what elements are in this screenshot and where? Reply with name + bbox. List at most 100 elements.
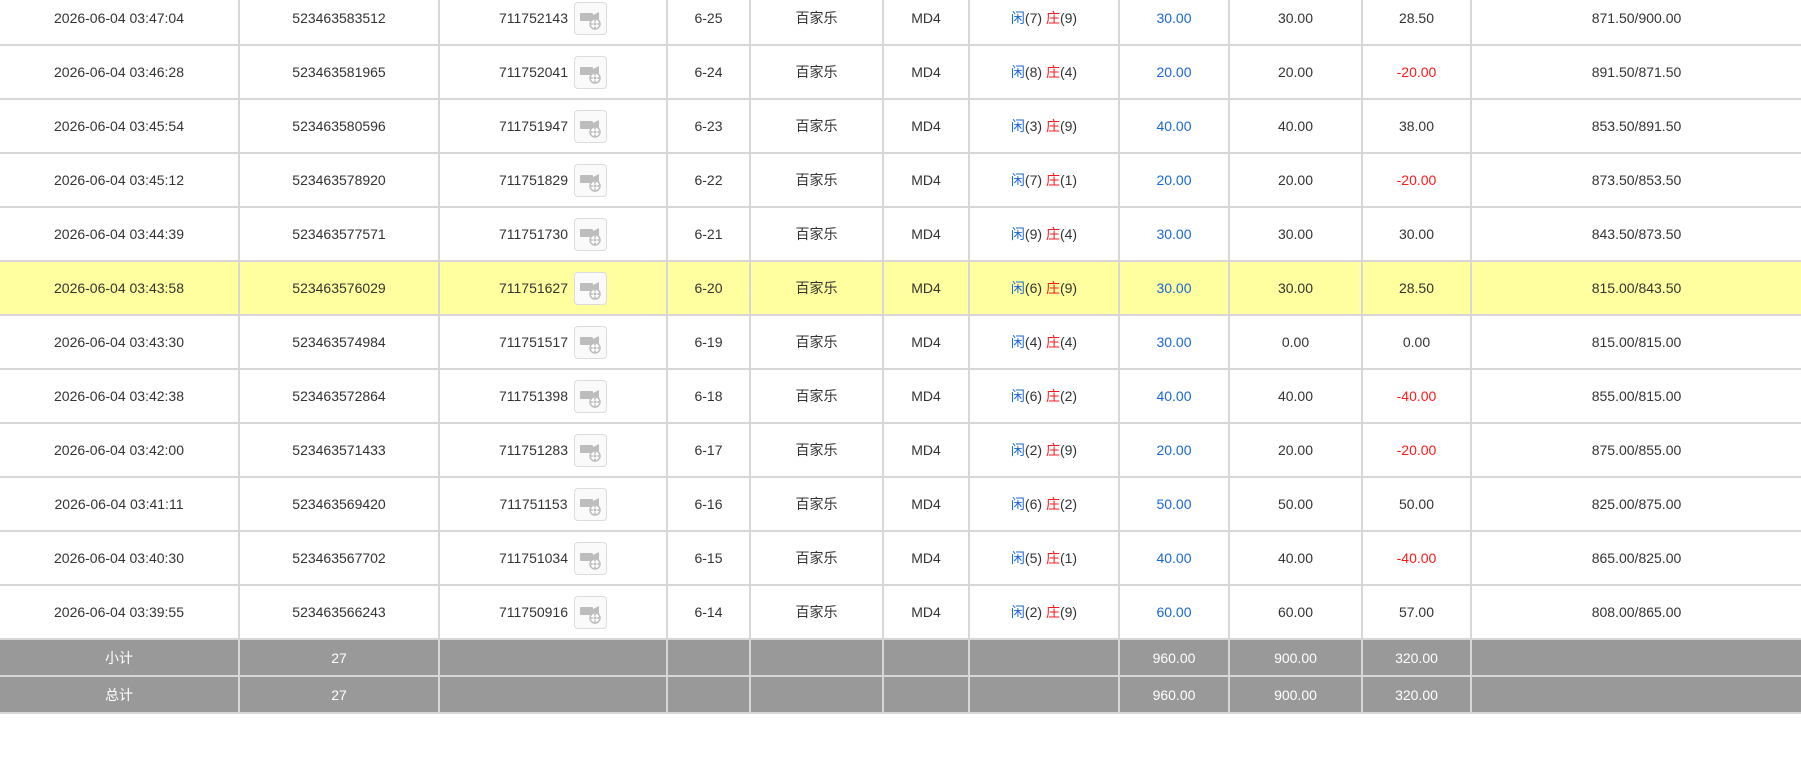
balance-before-after: 808.00/865.00 xyxy=(1470,585,1801,640)
bet-amount: 30.00 xyxy=(1118,315,1229,370)
round-number: 6-17 xyxy=(666,423,750,478)
balance-before-after: 815.00/843.50 xyxy=(1470,261,1801,316)
video-camera-icon[interactable] xyxy=(574,433,608,467)
bet-id: 523463581965 xyxy=(238,45,439,100)
balance-before-after: 871.50/900.00 xyxy=(1470,0,1801,46)
video-camera-icon[interactable] xyxy=(574,271,608,305)
player-points: (3) xyxy=(1024,118,1043,134)
bet-time: 2026-06-04 03:42:38 xyxy=(0,369,239,424)
game-type: 百家乐 xyxy=(749,585,883,640)
bet-amount: 20.00 xyxy=(1118,423,1229,478)
banker-label: 庄 xyxy=(1045,388,1060,404)
banker-label: 庄 xyxy=(1045,64,1060,80)
win-loss: -20.00 xyxy=(1361,423,1471,478)
win-loss: -40.00 xyxy=(1361,369,1471,424)
bet-time: 2026-06-04 03:45:54 xyxy=(0,99,239,154)
win-loss: 28.50 xyxy=(1361,261,1471,316)
table-code: MD4 xyxy=(882,0,969,46)
game-number-cell: 711751153 xyxy=(438,477,667,532)
game-number: 711751730 xyxy=(498,226,569,242)
banker-points: (9) xyxy=(1059,280,1078,296)
game-type: 百家乐 xyxy=(749,153,883,208)
bet-id: 523463566243 xyxy=(238,585,439,640)
game-number-cell: 711752143 xyxy=(438,0,667,46)
summary-empty xyxy=(882,639,969,677)
valid-bet: 30.00 xyxy=(1228,0,1362,46)
bet-id: 523463580596 xyxy=(238,99,439,154)
game-type: 百家乐 xyxy=(749,99,883,154)
balance-before-after: 855.00/815.00 xyxy=(1470,369,1801,424)
win-loss: 0.00 xyxy=(1361,315,1471,370)
video-camera-icon[interactable] xyxy=(574,163,608,197)
round-number: 6-24 xyxy=(666,45,750,100)
game-number-cell: 711751730 xyxy=(438,207,667,262)
table-code: MD4 xyxy=(882,585,969,640)
bet-time: 2026-06-04 03:47:04 xyxy=(0,0,239,46)
video-camera-icon[interactable] xyxy=(574,325,608,359)
banker-label: 庄 xyxy=(1045,550,1060,566)
game-type: 百家乐 xyxy=(749,45,883,100)
balance-before-after: 875.00/855.00 xyxy=(1470,423,1801,478)
video-camera-icon[interactable] xyxy=(573,487,607,521)
round-number: 6-23 xyxy=(666,99,750,154)
video-camera-icon[interactable] xyxy=(574,379,608,413)
game-number: 711751283 xyxy=(498,442,569,458)
balance-before-after: 873.50/853.50 xyxy=(1470,153,1801,208)
summary-empty xyxy=(438,639,667,677)
summary-empty xyxy=(968,676,1119,714)
valid-bet: 50.00 xyxy=(1228,477,1362,532)
valid-bet: 20.00 xyxy=(1228,45,1362,100)
bet-amount: 30.00 xyxy=(1118,207,1229,262)
table-code: MD4 xyxy=(882,531,969,586)
balance-before-after: 891.50/871.50 xyxy=(1470,45,1801,100)
summary-empty xyxy=(749,639,883,677)
balance-before-after: 825.00/875.00 xyxy=(1470,477,1801,532)
table-row: 2026-06-04 03:41:11 523463569420 7117511… xyxy=(0,477,1801,532)
round-number: 6-14 xyxy=(666,585,750,640)
bet-time: 2026-06-04 03:40:30 xyxy=(0,531,239,586)
round-number: 6-15 xyxy=(666,531,750,586)
win-loss: -20.00 xyxy=(1361,153,1471,208)
table-code: MD4 xyxy=(882,477,969,532)
summary-empty xyxy=(882,676,969,714)
valid-bet: 60.00 xyxy=(1228,585,1362,640)
result-cell: 闲(6) 庄(2) xyxy=(968,369,1119,424)
result-cell: 闲(2) 庄(9) xyxy=(968,423,1119,478)
bet-time: 2026-06-04 03:46:28 xyxy=(0,45,239,100)
game-number: 711750916 xyxy=(498,604,569,620)
player-points: (6) xyxy=(1024,388,1043,404)
bet-id: 523463576029 xyxy=(238,261,439,316)
table-row: 2026-06-04 03:42:00 523463571433 7117512… xyxy=(0,423,1801,478)
bet-time: 2026-06-04 03:44:39 xyxy=(0,207,239,262)
video-camera-icon[interactable] xyxy=(574,217,608,251)
win-loss: 38.00 xyxy=(1361,99,1471,154)
table-row: 2026-06-04 03:47:04 523463583512 7117521… xyxy=(0,0,1801,46)
round-number: 6-25 xyxy=(666,0,750,46)
player-points: (6) xyxy=(1024,280,1043,296)
game-number: 711751398 xyxy=(498,388,569,404)
bet-id: 523463571433 xyxy=(238,423,439,478)
video-camera-icon[interactable] xyxy=(574,109,608,143)
table-code: MD4 xyxy=(882,45,969,100)
valid-bet: 40.00 xyxy=(1228,369,1362,424)
banker-points: (4) xyxy=(1059,334,1078,350)
game-number-cell: 711750916 xyxy=(438,585,667,640)
banker-points: (9) xyxy=(1059,10,1078,26)
video-camera-icon[interactable] xyxy=(574,1,608,35)
valid-bet: 40.00 xyxy=(1228,531,1362,586)
bet-amount: 60.00 xyxy=(1118,585,1229,640)
bet-id: 523463574984 xyxy=(238,315,439,370)
game-number-cell: 711751398 xyxy=(438,369,667,424)
valid-bet: 20.00 xyxy=(1228,153,1362,208)
valid-bet: 40.00 xyxy=(1228,99,1362,154)
summary-bet: 960.00 xyxy=(1118,676,1229,714)
player-label: 闲 xyxy=(1010,550,1025,566)
video-camera-icon[interactable] xyxy=(574,595,608,629)
banker-points: (9) xyxy=(1059,118,1078,134)
video-camera-icon[interactable] xyxy=(574,541,608,575)
player-points: (2) xyxy=(1024,442,1043,458)
table-row: 2026-06-04 03:44:39 523463577571 7117517… xyxy=(0,207,1801,262)
summary-win: 320.00 xyxy=(1361,676,1471,714)
video-camera-icon[interactable] xyxy=(574,55,608,89)
bet-amount: 40.00 xyxy=(1118,531,1229,586)
